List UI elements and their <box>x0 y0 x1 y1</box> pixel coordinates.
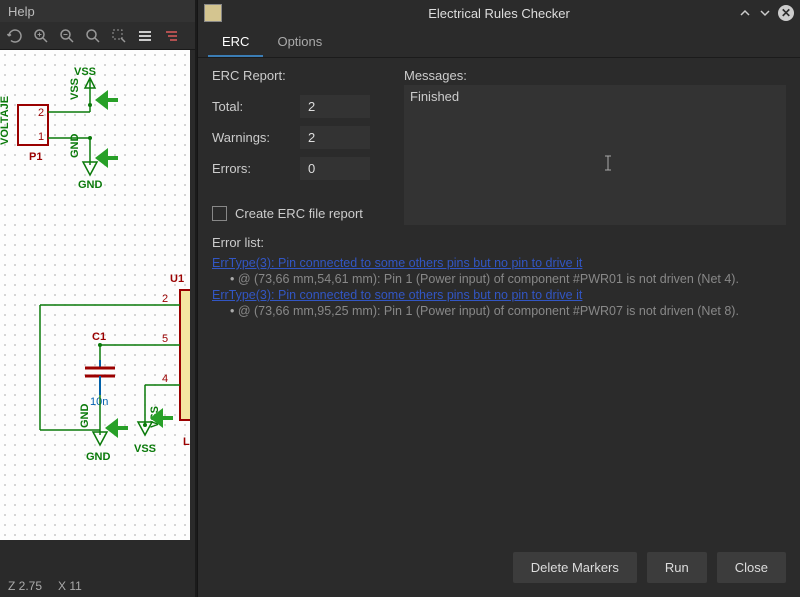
u1-label: U1 <box>170 273 184 285</box>
zoom-fit-icon[interactable] <box>82 25 104 47</box>
error-detail: @ (73,66 mm,54,61 mm): Pin 1 (Power inpu… <box>212 272 786 286</box>
gnd-label: GND <box>78 179 103 191</box>
hierarchy-icon[interactable] <box>160 25 182 47</box>
messages-box[interactable]: Finished <box>404 85 786 225</box>
erc-report-title: ERC Report: <box>212 68 392 83</box>
create-report-checkbox[interactable] <box>212 206 227 221</box>
menu-bar: Help <box>0 0 195 22</box>
schematic-canvas-wrap: VSS VSS VOLTAJE 2 1 P1 G <box>0 50 195 545</box>
close-icon[interactable]: ✕ <box>778 5 794 21</box>
svg-text:2: 2 <box>38 107 44 119</box>
text-cursor-icon <box>603 155 613 174</box>
total-value: 2 <box>300 95 370 118</box>
tab-erc[interactable]: ERC <box>208 26 263 57</box>
error-detail: @ (73,66 mm,95,25 mm): Pin 1 (Power inpu… <box>212 304 786 318</box>
tab-options[interactable]: Options <box>263 26 336 57</box>
status-bar: Z 2.75 X 11 <box>0 575 195 597</box>
messages-content: Finished <box>410 89 459 104</box>
erc-marker-icon <box>95 90 118 110</box>
schematic-canvas[interactable]: VSS VSS VOLTAJE 2 1 P1 G <box>0 50 190 540</box>
app-icon <box>204 4 222 22</box>
p1-label: P1 <box>29 151 42 163</box>
vss-label: VSS <box>74 66 96 78</box>
close-button[interactable]: Close <box>717 552 786 583</box>
dialog-title: Electrical Rules Checker <box>428 6 570 21</box>
error-list-title: Error list: <box>212 235 786 250</box>
toolbar <box>0 22 195 50</box>
svg-text:5: 5 <box>162 333 168 345</box>
editor-area: Help VSS VSS <box>0 0 195 597</box>
c1-val: 10n <box>90 396 108 408</box>
svg-text:2: 2 <box>162 293 168 305</box>
svg-text:GND: GND <box>86 451 111 463</box>
warnings-label: Warnings: <box>212 130 292 145</box>
error-link[interactable]: ErrType(3): Pin connected to some others… <box>212 288 786 302</box>
messages-title: Messages: <box>404 68 786 83</box>
refresh-icon[interactable] <box>4 25 26 47</box>
delete-markers-button[interactable]: Delete Markers <box>513 552 637 583</box>
menu-help[interactable]: Help <box>8 4 35 19</box>
zoom-out-icon[interactable] <box>56 25 78 47</box>
error-list[interactable]: ErrType(3): Pin connected to some others… <box>212 254 786 532</box>
svg-text:VSS: VSS <box>134 443 156 455</box>
svg-text:LM: LM <box>183 436 190 448</box>
voltaje-label: VOLTAJE <box>0 96 11 145</box>
svg-text:1: 1 <box>38 131 44 143</box>
dialog-footer: Delete Markers Run Close <box>198 542 800 597</box>
erc-marker-icon <box>95 148 118 168</box>
erc-report-panel: ERC Report: Total: 2 Warnings: 2 Errors:… <box>212 68 392 225</box>
status-zoom: Z 2.75 <box>8 579 42 593</box>
svg-text:GND: GND <box>69 134 81 159</box>
error-link[interactable]: ErrType(3): Pin connected to some others… <box>212 256 786 270</box>
zoom-selection-icon[interactable] <box>108 25 130 47</box>
dialog-tabs: ERC Options <box>198 26 800 58</box>
erc-marker-icon <box>105 418 128 438</box>
create-report-label: Create ERC file report <box>235 206 363 221</box>
run-button[interactable]: Run <box>647 552 707 583</box>
minimize-icon[interactable] <box>738 6 752 20</box>
errors-label: Errors: <box>212 161 292 176</box>
c1-label: C1 <box>92 331 106 343</box>
zoom-in-icon[interactable] <box>30 25 52 47</box>
total-label: Total: <box>212 99 292 114</box>
svg-text:4: 4 <box>162 373 168 385</box>
svg-text:GND: GND <box>79 404 91 429</box>
erc-dialog: Electrical Rules Checker ✕ ERC Options E… <box>197 0 800 597</box>
status-x: X 11 <box>58 579 82 593</box>
errors-value: 0 <box>300 157 370 180</box>
warnings-value: 2 <box>300 126 370 149</box>
maximize-icon[interactable] <box>758 6 772 20</box>
list-icon[interactable] <box>134 25 156 47</box>
dialog-titlebar[interactable]: Electrical Rules Checker ✕ <box>198 0 800 26</box>
svg-text:VSS: VSS <box>69 78 81 100</box>
